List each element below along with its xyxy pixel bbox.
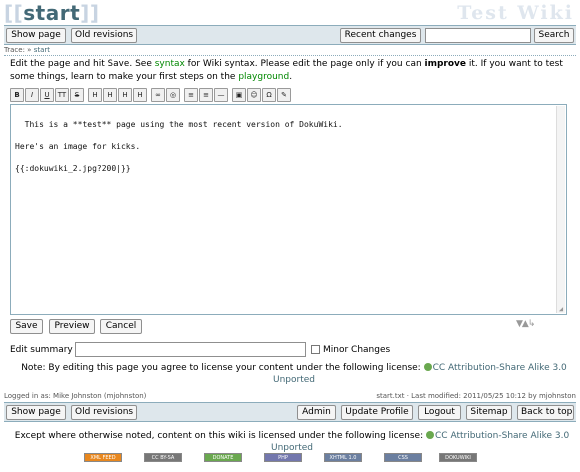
strikethrough-icon[interactable]: S [70, 88, 84, 102]
sitemap-button[interactable]: Sitemap [466, 405, 512, 420]
logout-button[interactable]: Logout [418, 405, 461, 420]
top-action-bar: Show page Old revisions Recent changes S… [4, 25, 576, 45]
logo-bracket-close: ]] [80, 1, 100, 25]
media-icon[interactable]: ▣ [232, 88, 246, 102]
show-page-button[interactable]: Show page [6, 28, 66, 43]
syntax-link[interactable]: syntax [155, 59, 185, 69]
wiki-title[interactable]: Test Wiki [457, 2, 574, 24]
cancel-button[interactable]: Cancel [100, 319, 142, 334]
signature-icon[interactable]: ✎ [277, 88, 291, 102]
heading-lower-icon[interactable]: H [103, 88, 117, 102]
minor-changes-checkbox[interactable] [311, 345, 320, 354]
search-input[interactable] [425, 28, 531, 43]
logo-bracket-open: [[ [4, 1, 24, 25]
intro-text: . [289, 72, 293, 82]
edit-summary-input[interactable] [75, 342, 306, 357]
italic-icon[interactable]: I [25, 88, 39, 102]
save-button[interactable]: Save [10, 319, 43, 334]
show-page-button-bottom[interactable]: Show page [6, 405, 66, 420]
css-badge[interactable]: CSS [384, 453, 422, 462]
donate-badge[interactable]: DONATE [204, 453, 242, 462]
php-badge[interactable]: PHP POWERED [264, 453, 302, 470]
special-chars-icon[interactable]: Ω [262, 88, 276, 102]
unordered-list-icon[interactable]: ≡ [199, 88, 213, 102]
intro-save-word: Save [107, 59, 130, 69]
rss-feed-badge[interactable]: XML FEED [84, 453, 122, 462]
heading-higher-icon[interactable]: H [118, 88, 132, 102]
license-text: Note: By editing this page you agree to … [21, 363, 421, 373]
recent-changes-button[interactable]: Recent changes [340, 28, 421, 43]
bold-icon[interactable]: B [10, 88, 24, 102]
search-button[interactable]: Search [534, 28, 574, 43]
resize-grip-icon[interactable]: ◢ [557, 305, 565, 313]
bottom-action-bar: Show page Old revisions Admin Update Pro… [4, 402, 576, 422]
internal-link-icon[interactable]: ∞ [151, 88, 165, 102]
heading-menu-icon[interactable]: H [133, 88, 147, 102]
old-revisions-button[interactable]: Old revisions [71, 28, 137, 43]
back-to-top-button[interactable]: Back to top [517, 405, 574, 420]
logged-in-status: Logged in as: Mike Johnston (mjohnston) [4, 392, 147, 400]
page-title: start [23, 1, 81, 25]
edit-intro: Edit the page and hit Save. See syntax f… [10, 58, 576, 84]
external-link-icon[interactable]: ◎ [166, 88, 180, 102]
smiley-icon[interactable]: ☺ [247, 88, 261, 102]
playground-link[interactable]: playground [238, 72, 289, 82]
edit-summary-label: Edit summary [10, 345, 73, 355]
breadcrumb: Trace: » start [4, 46, 50, 54]
monospace-icon[interactable]: TT [55, 88, 69, 102]
editor-size-arrows-icon[interactable]: ▼▲↳ [516, 319, 535, 329]
underline-icon[interactable]: U [40, 88, 54, 102]
update-profile-button[interactable]: Update Profile [341, 405, 413, 420]
horizontal-rule-icon[interactable]: — [214, 88, 228, 102]
breadcrumb-separator: » [27, 46, 32, 54]
intro-text: Edit the page and hit [10, 59, 108, 69]
last-modified-status: start.txt · Last modified: 2011/05/25 10… [376, 392, 576, 400]
minor-changes-label[interactable]: Minor Changes [323, 345, 390, 355]
old-revisions-button-bottom[interactable]: Old revisions [71, 405, 137, 420]
wiki-text-editor[interactable]: This is a **test** page using the most r… [10, 104, 567, 315]
intro-text: . See [129, 59, 155, 69]
breadcrumb-label: Trace: [4, 46, 25, 54]
xhtml-badge[interactable]: XHTML 1.0 [324, 453, 362, 462]
cc-license-icon [426, 431, 435, 439]
editor-content: This is a **test** page using the most r… [15, 120, 343, 173]
footer-license-text: Except where otherwise noted, content on… [14, 431, 424, 441]
editor-scrollbar[interactable] [556, 106, 565, 313]
footer-license: Except where otherwise noted, content on… [4, 430, 580, 454]
admin-button[interactable]: Admin [297, 405, 336, 420]
intro-improve-word: improve [424, 59, 467, 69]
ordered-list-icon[interactable]: ≡ [184, 88, 198, 102]
heading-same-icon[interactable]: H [88, 88, 102, 102]
dokuwiki-badge[interactable]: DOKUWIKI [439, 453, 477, 462]
breadcrumb-divider [4, 55, 576, 56]
license-notice: Note: By editing this page you agree to … [8, 362, 580, 386]
intro-text: for Wiki syntax. Please edit the page on… [184, 59, 425, 69]
footer-badges: XML FEED CC BY-SA DONATE PHP POWERED XHTML 1… [0, 453, 580, 470]
preview-button[interactable]: Preview [49, 319, 95, 334]
cc-license-icon [423, 363, 432, 371]
cc-license-badge[interactable]: CC BY-SA [144, 453, 182, 462]
breadcrumb-item-start[interactable]: start [34, 46, 50, 54]
wiki-logo[interactable]: [[start]] [4, 1, 99, 25]
